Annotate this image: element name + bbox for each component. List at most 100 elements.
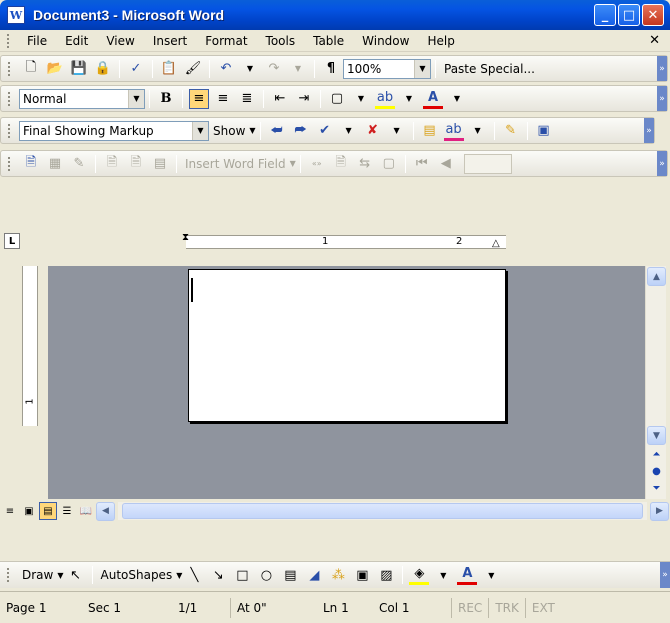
font-color-dropdown-icon[interactable]: ▼ [447,89,467,109]
document-page[interactable] [188,269,506,422]
redo-dropdown-icon[interactable]: ▼ [288,59,308,79]
display-for-review-select[interactable]: Final Showing Markup ▼ [19,120,209,141]
line-icon[interactable]: ╲ [184,565,204,585]
scroll-down-icon[interactable]: ▼ [647,426,666,445]
insert-greeting-line-icon[interactable]: 🗎 [126,154,146,174]
print-layout-view-icon[interactable]: ▤ [39,502,57,520]
horizontal-ruler[interactable]: 1 2 ⧗ △ [182,232,506,249]
reject-dropdown-icon[interactable]: ▼ [387,121,407,141]
minimize-button[interactable]: _ [594,4,616,26]
undo-icon[interactable]: ↶ [216,59,236,79]
justify-icon[interactable]: ≣ [237,89,257,109]
horizontal-scroll-track[interactable] [118,502,647,520]
toolbar-grip[interactable] [8,123,11,138]
previous-page-icon[interactable]: ⏶ [647,446,666,462]
insert-merge-fields-icon[interactable]: ▤ [150,154,170,174]
autoshapes-menu-button[interactable]: AutoShapes [97,568,177,582]
open-folder-icon[interactable]: 📂 [45,59,65,79]
track-changes-icon[interactable]: ✎ [501,121,521,141]
indent-marker-icon[interactable]: ⧗ [182,232,189,243]
menu-format[interactable]: Format [196,32,256,50]
status-trk[interactable]: TRK [489,598,525,618]
style-select[interactable]: Normal ▼ [19,88,145,109]
redo-icon[interactable]: ↷ [264,59,284,79]
toolbar-options-icon[interactable]: » [660,562,670,588]
show-menu-button[interactable]: Show [209,124,249,138]
status-rec[interactable]: REC [452,598,488,618]
font-color-dropdown-icon[interactable]: ▼ [481,565,501,585]
first-record-icon[interactable]: ⏮ [412,154,432,174]
reject-change-icon[interactable]: ✘ [363,121,383,141]
accept-dropdown-icon[interactable]: ▼ [339,121,359,141]
maximize-button[interactable]: □ [618,4,640,26]
scroll-left-icon[interactable]: ◀ [96,501,115,521]
menu-edit[interactable]: Edit [56,32,97,50]
borders-icon[interactable]: ▢ [327,89,347,109]
borders-dropdown-icon[interactable]: ▼ [351,89,371,109]
tab-selector[interactable]: L [4,233,20,249]
diagram-icon[interactable]: ⁂ [328,565,348,585]
text-box-icon[interactable]: ▤ [280,565,300,585]
mail-merge-recipients-icon[interactable]: ✎ [69,154,89,174]
insert-word-field-dropdown-icon[interactable]: ▼ [290,159,296,168]
word-app-icon[interactable]: W [7,6,25,24]
select-browse-object-icon[interactable]: ● [647,463,666,479]
status-ext[interactable]: EXT [526,598,561,618]
select-objects-icon[interactable]: ↖ [66,565,86,585]
format-painter-icon[interactable]: 🖌 [183,59,203,79]
reading-layout-view-icon[interactable]: 📖 [77,502,95,520]
highlight-icon[interactable]: ab [443,121,464,141]
bold-icon[interactable]: B [156,89,176,109]
show-dropdown-icon[interactable]: ▼ [249,126,255,135]
spelling-icon[interactable]: ✓ [126,59,146,79]
draw-menu-button[interactable]: Draw [18,568,57,582]
chevron-down-icon[interactable]: ▼ [128,89,144,108]
scroll-up-icon[interactable]: ▲ [647,267,666,286]
vertical-ruler[interactable]: 1 [22,266,38,426]
permission-icon[interactable]: 🔒 [93,59,113,79]
insert-word-field-button[interactable]: Insert Word Field [181,157,290,171]
toolbar-options-icon[interactable]: » [657,86,667,111]
horizontal-scroll-thumb[interactable] [122,503,643,519]
menu-file[interactable]: File [18,32,56,50]
autoshapes-dropdown-icon[interactable]: ▼ [176,571,182,580]
show-hide-paragraph-icon[interactable]: ¶ [321,59,341,79]
highlight-dropdown-icon[interactable]: ▼ [399,89,419,109]
paste-special-button[interactable]: Paste Special... [440,62,539,76]
insert-comment-icon[interactable]: ▤ [420,121,440,141]
paste-icon[interactable]: 📋 [159,59,179,79]
clip-art-icon[interactable]: ▣ [352,565,372,585]
menu-help[interactable]: Help [418,32,463,50]
highlight-dropdown-icon[interactable]: ▼ [468,121,488,141]
toolbar-options-icon[interactable]: » [644,118,654,143]
toolbar-options-icon[interactable]: » [657,151,667,176]
decrease-indent-icon[interactable]: ⇤ [270,89,290,109]
view-merged-data-icon[interactable]: «» [307,154,327,174]
scroll-track[interactable] [646,286,666,426]
draw-dropdown-icon[interactable]: ▼ [57,571,63,580]
open-data-source-icon[interactable]: ▦ [45,154,65,174]
highlight-merge-fields-icon[interactable]: 🗎 [331,154,351,174]
arrow-icon[interactable]: ↘ [208,565,228,585]
insert-address-block-icon[interactable]: 🗎 [102,154,122,174]
close-document-icon[interactable]: ✕ [649,33,660,48]
chevron-down-icon[interactable]: ▼ [414,59,430,78]
vertical-scrollbar[interactable]: ▲ ▼ ⏶ ● ⏷ [645,266,666,499]
reviewing-pane-icon[interactable]: ▣ [534,121,554,141]
right-indent-icon[interactable]: △ [492,238,500,249]
chevron-down-icon[interactable]: ▼ [192,121,208,140]
toolbar-grip[interactable] [8,156,11,171]
menu-tools[interactable]: Tools [257,32,305,50]
font-color-icon[interactable]: A [423,89,443,109]
align-center-icon[interactable]: ≡ [213,89,233,109]
menu-window[interactable]: Window [353,32,418,50]
zoom-select[interactable]: 100% ▼ [343,58,431,79]
align-left-icon[interactable]: ≡ [189,88,209,109]
menu-view[interactable]: View [97,32,143,50]
rectangle-icon[interactable]: □ [232,565,252,585]
picture-icon[interactable]: ▨ [376,565,396,585]
toolbar-options-icon[interactable]: » [657,56,667,81]
previous-record-icon[interactable]: ◀ [436,154,456,174]
web-layout-view-icon[interactable]: ▣ [20,502,38,520]
new-document-icon[interactable]: 🗋 [21,59,41,79]
